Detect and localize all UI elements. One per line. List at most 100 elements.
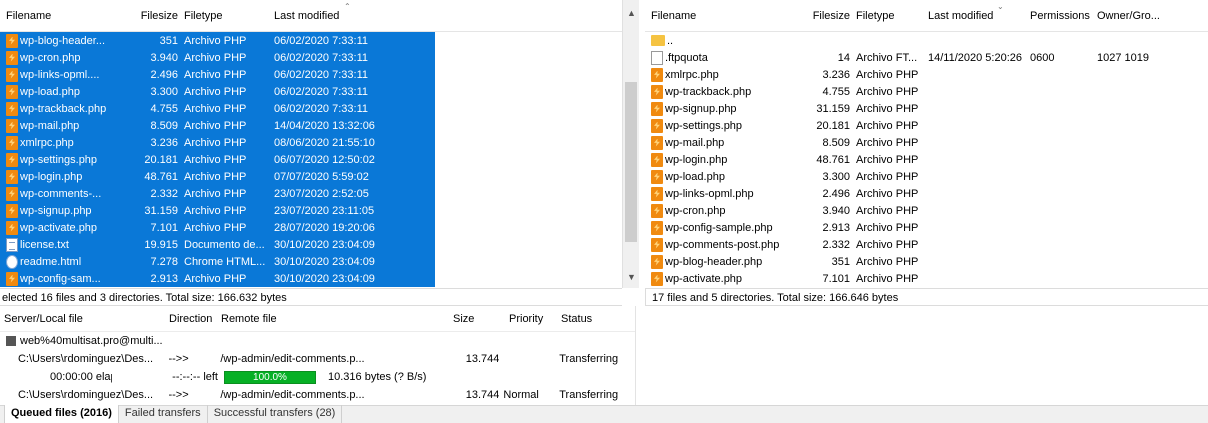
queue-col-priority[interactable]: Priority — [505, 313, 557, 325]
file-size: 3.236 — [822, 68, 850, 81]
local-file-row[interactable]: wp-activate.php 7.101 Archivo PHP 28/07/202… — [0, 219, 622, 236]
queue-col-status[interactable]: Status — [557, 313, 627, 325]
php-file-icon — [651, 67, 663, 82]
scroll-down-icon[interactable]: ▼ — [627, 272, 636, 282]
file-name: wp-load.php — [665, 170, 725, 183]
local-col-filetype[interactable]: Filetype — [178, 10, 268, 22]
tab-queued-files[interactable]: Queued files (2016) — [4, 405, 119, 423]
file-type: Documento de... — [184, 238, 265, 251]
scroll-thumb[interactable] — [625, 82, 637, 242]
file-type: Archivo PHP — [856, 119, 919, 132]
local-file-row[interactable]: wp-comments-... 2.332 Archivo PHP 23/07/202… — [0, 185, 622, 202]
remote-col-modified[interactable]: Last modified — [922, 10, 1024, 22]
queue-col-local[interactable]: Server/Local file — [0, 313, 165, 325]
php-file-icon — [651, 186, 663, 201]
queue-col-remote[interactable]: Remote file — [217, 313, 449, 325]
local-file-row[interactable]: wp-signup.php 31.159 Archivo PHP 23/07/2020… — [0, 202, 622, 219]
remote-col-filetype[interactable]: Filetype — [850, 10, 922, 22]
local-file-row[interactable]: xmlrpc.php 3.236 Archivo PHP 08/06/2020 21:… — [0, 134, 622, 151]
remote-file-row[interactable]: wp-cron.php 3.940 Archivo PHP — [645, 202, 1208, 219]
scroll-up-icon[interactable]: ▲ — [627, 8, 636, 18]
local-file-row[interactable]: license.txt 19.915 Documento de... 30/10/20… — [0, 236, 622, 253]
local-file-row[interactable]: wp-cron.php 3.940 Archivo PHP 06/02/2020 7:… — [0, 49, 622, 66]
local-file-list[interactable]: Filename Filesize Filetype Last modified… — [0, 0, 622, 288]
file-name: wp-cron.php — [20, 51, 81, 64]
file-type: Archivo PHP — [856, 187, 919, 200]
file-type: Archivo PHP — [184, 85, 247, 98]
local-list-header: Filename Filesize Filetype Last modified… — [0, 0, 622, 32]
remote-file-row[interactable]: wp-signup.php 31.159 Archivo PHP — [645, 100, 1208, 117]
file-name: wp-config-sample.php — [665, 221, 773, 234]
php-file-icon — [6, 186, 18, 201]
file-name: xmlrpc.php — [20, 136, 74, 149]
php-file-icon — [6, 152, 18, 167]
remote-file-row[interactable]: .ftpquota 14 Archivo FT... 14/11/2020 5:20:… — [645, 49, 1208, 66]
php-file-icon — [651, 237, 663, 252]
local-file-row[interactable]: wp-settings.php 20.181 Archivo PHP 06/07/20… — [0, 151, 622, 168]
file-type: Archivo PHP — [184, 102, 247, 115]
remote-file-row[interactable]: wp-settings.php 20.181 Archivo PHP — [645, 117, 1208, 134]
file-type: Archivo PHP — [856, 102, 919, 115]
queue-size: 13.744 — [465, 353, 500, 365]
queue-local-file: C:\Users\rdominguez\Des... — [17, 389, 154, 401]
queue-server-row[interactable]: web%40multisat.pro@multi... — [0, 332, 635, 350]
remote-file-list[interactable]: Filename Filesize Filetype Last modified… — [645, 0, 1208, 288]
remote-file-row[interactable]: wp-blog-header.php 351 Archivo PHP — [645, 253, 1208, 270]
file-name: .. — [667, 34, 674, 47]
local-file-row[interactable]: wp-blog-header... 351 Archivo PHP 06/02/202… — [0, 32, 622, 49]
queue-row[interactable]: C:\Users\rdominguez\Des... -->> /wp-admi… — [0, 386, 635, 404]
local-col-filesize[interactable]: Filesize — [136, 10, 178, 22]
remote-file-row[interactable]: .. — [645, 32, 1208, 49]
remote-file-row[interactable]: wp-activate.php 7.101 Archivo PHP — [645, 270, 1208, 287]
tab-failed-transfers[interactable]: Failed transfers — [119, 405, 208, 423]
local-file-row[interactable]: readme.html 7.278 Chrome HTML... 30/10/2020… — [0, 253, 622, 270]
queue-row[interactable]: C:\Users\rdominguez\Des... -->> /wp-admi… — [0, 350, 635, 368]
file-type: Archivo PHP — [856, 238, 919, 251]
file-type: Archivo PHP — [856, 204, 919, 217]
local-scrollbar[interactable]: ▲ ▼ — [622, 0, 639, 288]
remote-col-owner[interactable]: Owner/Gro... — [1091, 10, 1161, 22]
local-file-row[interactable]: wp-trackback.php 4.755 Archivo PHP 06/02/20… — [0, 100, 622, 117]
file-size: 2.332 — [822, 238, 850, 251]
local-file-row[interactable]: wp-mail.php 8.509 Archivo PHP 14/04/2020 13… — [0, 117, 622, 134]
file-type: Archivo PHP — [184, 34, 247, 47]
remote-col-permissions[interactable]: Permissions — [1024, 10, 1091, 22]
remote-file-row[interactable]: wp-links-opml.php 2.496 Archivo PHP — [645, 185, 1208, 202]
file-size: 31.159 — [816, 102, 850, 115]
file-modified: 07/07/2020 5:59:02 — [274, 170, 369, 183]
file-type: Archivo PHP — [184, 68, 247, 81]
queue-tabs: Queued files (2016) Failed transfers Suc… — [0, 405, 1208, 423]
file-size: 3.300 — [822, 170, 850, 183]
file-size: 2.913 — [150, 272, 178, 285]
file-size: 48.761 — [144, 170, 178, 183]
queue-col-direction[interactable]: Direction — [165, 313, 217, 325]
transfer-bytes: 10.316 bytes (? B/s) — [328, 371, 427, 383]
transfer-queue[interactable]: Server/Local file Direction Remote file … — [0, 306, 636, 405]
queue-status: Transferring — [559, 389, 619, 401]
remote-file-row[interactable]: wp-trackback.php 4.755 Archivo PHP — [645, 83, 1208, 100]
local-file-row[interactable]: wp-config-sam... 2.913 Archivo PHP 30/10/20… — [0, 270, 622, 287]
remote-file-row[interactable]: wp-comments-post.php 2.332 Archivo PHP — [645, 236, 1208, 253]
remote-file-row[interactable]: wp-login.php 48.761 Archivo PHP — [645, 151, 1208, 168]
file-name: wp-comments-... — [20, 187, 102, 200]
queue-size: 13.744 — [465, 389, 500, 401]
tab-successful-transfers[interactable]: Successful transfers (28) — [208, 405, 343, 423]
file-name: wp-links-opml.php — [665, 187, 754, 200]
remote-col-filename[interactable]: Filename — [645, 10, 810, 22]
file-size: 20.181 — [144, 153, 178, 166]
file-modified: 30/10/2020 23:04:09 — [274, 272, 375, 285]
remote-file-row[interactable]: wp-mail.php 8.509 Archivo PHP — [645, 134, 1208, 151]
remote-file-row[interactable]: wp-load.php 3.300 Archivo PHP — [645, 168, 1208, 185]
local-file-row[interactable]: wp-links-opml.... 2.496 Archivo PHP 06/02/2… — [0, 66, 622, 83]
local-col-modified[interactable]: Last modified — [268, 10, 388, 22]
local-file-row[interactable]: wp-load.php 3.300 Archivo PHP 06/02/2020 7:… — [0, 83, 622, 100]
blank-file-icon — [651, 50, 663, 65]
local-col-filename[interactable]: Filename — [0, 10, 136, 22]
remote-file-row[interactable]: wp-config-sample.php 2.913 Archivo PHP — [645, 219, 1208, 236]
file-modified: 23/07/2020 23:11:05 — [274, 204, 375, 217]
local-file-row[interactable]: wp-login.php 48.761 Archivo PHP 07/07/2020 … — [0, 168, 622, 185]
remote-file-row[interactable]: xmlrpc.php 3.236 Archivo PHP — [645, 66, 1208, 83]
queue-col-size[interactable]: Size — [449, 313, 505, 325]
file-type: Archivo PHP — [856, 68, 919, 81]
remote-col-filesize[interactable]: Filesize — [810, 10, 850, 22]
